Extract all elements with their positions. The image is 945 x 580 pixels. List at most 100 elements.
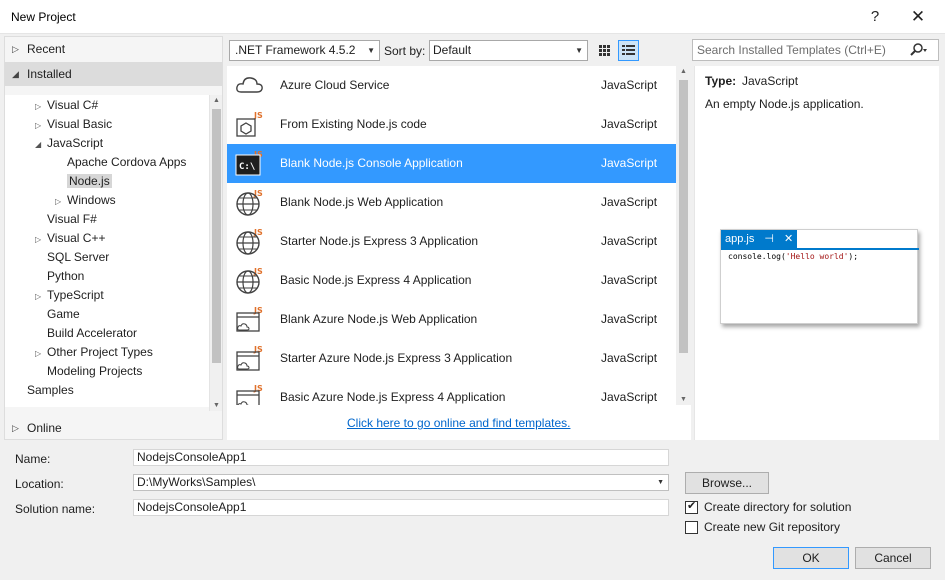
expand-arrow-icon[interactable]: ▷ xyxy=(35,116,47,135)
create-directory-checkbox[interactable]: ✔ xyxy=(685,500,698,514)
template-item[interactable]: JS From Existing Node.js code JavaScript xyxy=(227,105,676,144)
tree-item[interactable]: ▷ Visual C# xyxy=(35,96,98,115)
nodejs-existing-code-icon: JS xyxy=(235,110,265,138)
list-view-icon xyxy=(622,45,635,55)
svg-text:C:\: C:\ xyxy=(239,162,255,172)
azure-web-js-icon: JS xyxy=(235,383,265,405)
tree-item-label: Windows xyxy=(67,193,116,207)
ok-button[interactable]: OK xyxy=(773,547,849,569)
tree-item[interactable]: ◢ JavaScript xyxy=(35,134,103,153)
location-combo[interactable]: D:\MyWorks\Samples\ ▼ xyxy=(133,474,669,491)
collapse-arrow-icon[interactable]: ◢ xyxy=(15,95,27,97)
scroll-thumb[interactable] xyxy=(679,80,688,353)
location-value: D:\MyWorks\Samples\ xyxy=(137,475,256,489)
sort-dropdown[interactable]: Default ▼ xyxy=(429,40,588,61)
template-item[interactable]: Azure Cloud Service JavaScript xyxy=(227,66,676,105)
scroll-thumb[interactable] xyxy=(212,109,221,363)
solution-name-field[interactable]: NodejsConsoleApp1 xyxy=(133,499,669,516)
list-view-button[interactable] xyxy=(618,40,639,61)
browse-button[interactable]: Browse... xyxy=(685,472,769,494)
tree-item[interactable]: Build Accelerator xyxy=(35,324,137,343)
type-value: JavaScript xyxy=(742,74,799,88)
section-recent[interactable]: ▷ Recent xyxy=(5,37,222,61)
globe-js-icon: JS xyxy=(235,227,265,255)
tree-item[interactable]: ▷ Other Project Types xyxy=(35,343,153,362)
grid-view-icon xyxy=(599,45,610,56)
azure-web-js-icon: JS xyxy=(235,344,265,372)
search-icon[interactable] xyxy=(908,41,928,59)
sort-by-label: Sort by: xyxy=(384,44,426,58)
tree-item[interactable]: Modeling Projects xyxy=(35,362,142,381)
tree-item[interactable]: ▷ Visual Basic xyxy=(35,115,112,134)
scroll-up-icon[interactable]: ▲ xyxy=(210,97,223,104)
tree-item-label: Visual C++ xyxy=(47,231,106,245)
tree-item[interactable]: Python xyxy=(35,267,84,286)
code-call: console.log( xyxy=(728,252,786,261)
expand-arrow-icon[interactable]: ▷ xyxy=(35,287,47,306)
tree-item[interactable]: Game xyxy=(35,305,80,324)
svg-text:JS: JS xyxy=(253,189,263,198)
template-item[interactable]: JS Basic Azure Node.js Express 4 Applicat… xyxy=(227,378,676,405)
expand-arrow-icon[interactable]: ▷ xyxy=(55,192,67,211)
template-name: Blank Azure Node.js Web Application xyxy=(280,312,478,326)
tree-item-label: Modeling Projects xyxy=(47,364,143,378)
close-button[interactable]: ✕ xyxy=(903,4,933,30)
find-online-templates-link[interactable]: Click here to go online and find templat… xyxy=(347,416,570,430)
tree-item[interactable]: ▷ Windows xyxy=(55,191,116,210)
tree-item-label: Node.js xyxy=(67,174,112,188)
expand-arrow-icon[interactable]: ▷ xyxy=(35,344,47,363)
create-git-repo-checkbox[interactable] xyxy=(685,521,698,534)
template-item[interactable]: JSC:\ Blank Node.js Console Application Ja… xyxy=(227,144,676,183)
project-name-field[interactable]: NodejsConsoleApp1 xyxy=(133,449,669,466)
template-language: JavaScript xyxy=(601,273,658,287)
svg-text:JS: JS xyxy=(253,228,263,237)
template-name: Blank Node.js Web Application xyxy=(280,195,444,209)
preview-code: console.log('Hello world'); xyxy=(728,252,858,261)
code-string: 'Hello world' xyxy=(785,252,849,261)
scroll-down-icon[interactable]: ▼ xyxy=(210,402,223,409)
tree-item[interactable]: Samples xyxy=(15,381,74,400)
tree-item-label: Python xyxy=(47,269,85,283)
section-installed[interactable]: ◢ Installed xyxy=(5,62,222,86)
template-item[interactable]: JS Starter Node.js Express 3 Application J… xyxy=(227,222,676,261)
collapse-arrow-icon[interactable]: ◢ xyxy=(35,135,47,154)
template-item[interactable]: JS Blank Azure Node.js Web Application Jav… xyxy=(227,300,676,339)
grid-view-button[interactable] xyxy=(594,40,615,61)
title-bar: New Project ? ✕ xyxy=(0,0,945,34)
tree-item[interactable]: Apache Cordova Apps xyxy=(55,153,186,172)
template-language: JavaScript xyxy=(601,312,658,326)
svg-text:JS: JS xyxy=(253,267,263,276)
help-button[interactable]: ? xyxy=(860,4,890,30)
cancel-button[interactable]: Cancel xyxy=(855,547,931,569)
template-item[interactable]: JS Starter Azure Node.js Express 3 Applic… xyxy=(227,339,676,378)
tree-item[interactable]: ▷ TypeScript xyxy=(35,286,104,305)
tree-item[interactable]: ▷ Visual C++ xyxy=(35,229,105,248)
template-language: JavaScript xyxy=(601,390,658,404)
expand-arrow-icon[interactable]: ▷ xyxy=(35,230,47,249)
globe-js-icon: JS xyxy=(235,266,265,294)
expand-arrow-icon[interactable]: ▷ xyxy=(35,97,47,116)
chevron-down-icon: ▼ xyxy=(575,46,583,55)
chevron-down-icon[interactable]: ▼ xyxy=(657,475,664,490)
template-list-scrollbar[interactable]: ▲ ▼ xyxy=(676,66,691,405)
section-online[interactable]: ▷ Online xyxy=(5,416,222,440)
window-title: New Project xyxy=(11,10,76,24)
tree-item-label: SQL Server xyxy=(47,250,110,264)
template-item[interactable]: JS Blank Node.js Web Application JavaScrip… xyxy=(227,183,676,222)
tree-item[interactable]: SQL Server xyxy=(35,248,109,267)
framework-dropdown[interactable]: .NET Framework 4.5.2 ▼ xyxy=(229,40,380,61)
scroll-down-icon[interactable]: ▼ xyxy=(676,396,691,403)
collapse-arrow-icon: ◢ xyxy=(12,69,19,79)
azure-web-js-icon: JS xyxy=(235,305,265,333)
template-item[interactable]: JS Basic Node.js Express 4 Application Jav… xyxy=(227,261,676,300)
tree-item-label: Visual Basic xyxy=(47,117,113,131)
template-language: JavaScript xyxy=(601,78,658,92)
pin-icon: ⊣ xyxy=(764,233,774,245)
search-templates-input[interactable]: Search Installed Templates (Ctrl+E) xyxy=(692,39,939,61)
template-details-pane: Type: JavaScript An empty Node.js applic… xyxy=(694,66,939,440)
tree-item[interactable]: Visual F# xyxy=(35,210,97,229)
scroll-up-icon[interactable]: ▲ xyxy=(676,68,691,75)
tree-scrollbar[interactable]: ▲ ▼ xyxy=(209,95,222,411)
tree-item[interactable]: Node.js xyxy=(55,172,112,191)
template-name: Basic Azure Node.js Express 4 Applicatio… xyxy=(280,390,506,404)
